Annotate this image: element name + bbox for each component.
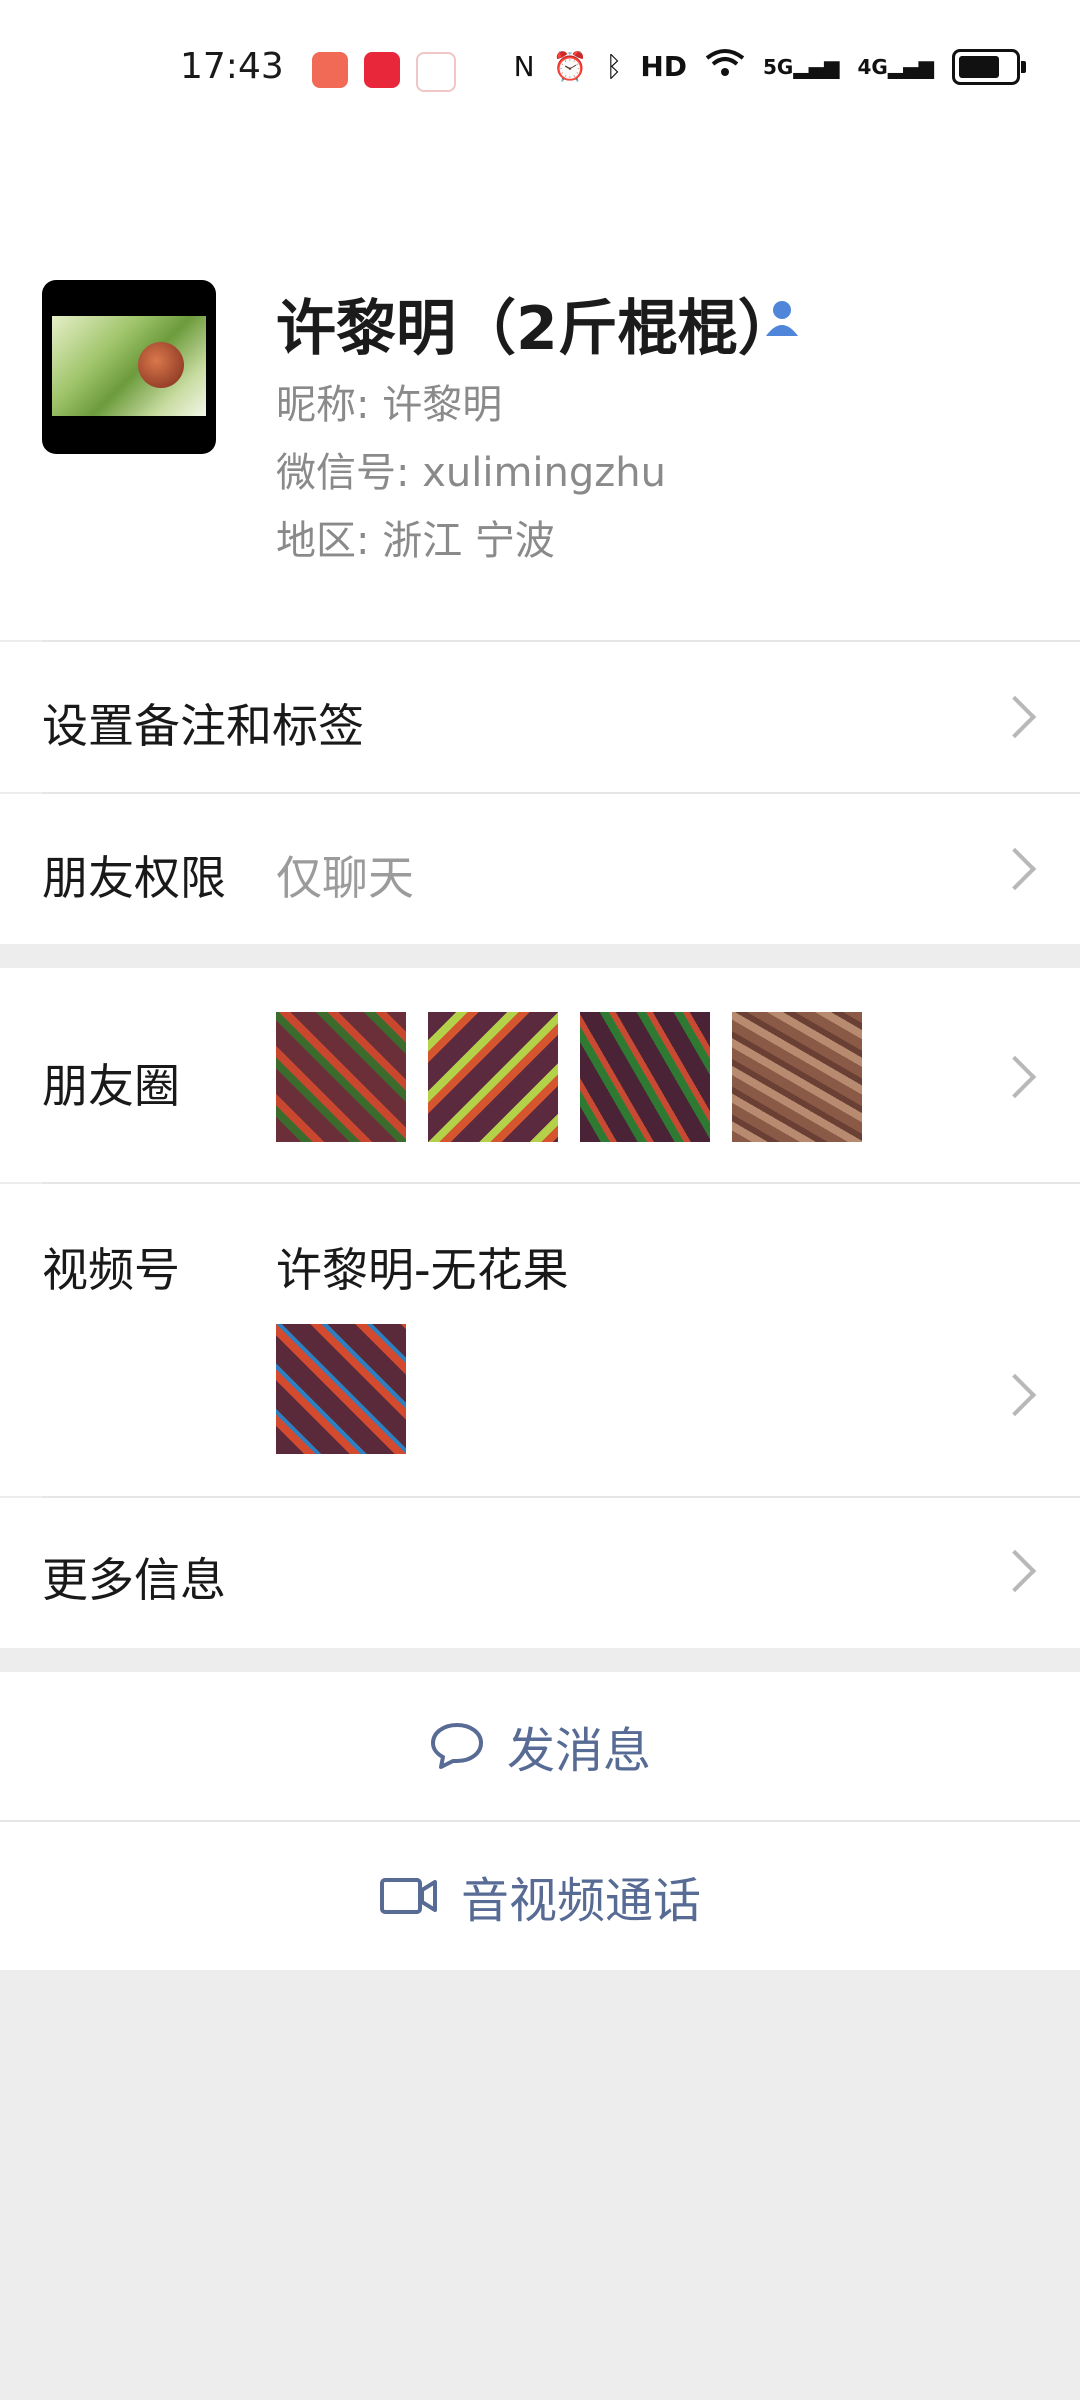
profile-wechat-id: 微信号: xulimingzhu — [276, 450, 666, 496]
channels-name: 许黎明-无花果 — [276, 1243, 569, 1297]
chevron-right-icon — [993, 847, 1037, 891]
signal-4g-icon: 4G▂▄▆ — [857, 54, 935, 79]
profile-nickname: 昵称: 许黎明 — [276, 382, 503, 428]
video-camera-icon — [379, 1878, 437, 1914]
profile-region: 地区: 浙江 宁波 — [276, 518, 555, 564]
row-friend-permission[interactable]: 朋友权限 仅聊天 — [0, 794, 1080, 944]
moments-thumbnail[interactable] — [580, 1012, 710, 1142]
row-label: 更多信息 — [42, 1553, 226, 1607]
row-moments[interactable]: 朋友圈 — [0, 968, 1080, 1182]
row-label: 朋友权限 — [42, 851, 226, 905]
chat-bubble-icon — [430, 1723, 483, 1769]
hd-icon: HD — [640, 50, 687, 83]
channels-thumbnail[interactable] — [276, 1324, 406, 1454]
nfc-icon: N — [513, 50, 535, 83]
row-channels[interactable]: 视频号 许黎明-无花果 — [0, 1184, 1080, 1496]
battery-icon — [952, 48, 1026, 85]
status-time: 17:43 — [180, 46, 284, 87]
av-call-button[interactable]: 音视频通话 — [0, 1822, 1080, 1970]
moments-thumbnail[interactable] — [276, 1012, 406, 1142]
row-label: 设置备注和标签 — [42, 699, 364, 753]
row-value: 仅聊天 — [276, 851, 414, 905]
row-label: 朋友圈 — [42, 1059, 180, 1113]
chevron-right-icon — [993, 1373, 1037, 1417]
profile-name: 许黎明（2斤棍棍） — [276, 294, 798, 364]
row-label: 视频号 — [42, 1243, 180, 1297]
person-verified-icon — [766, 301, 798, 336]
location-app-icon — [416, 52, 456, 92]
row-remark-tags[interactable]: 设置备注和标签 — [0, 642, 1080, 792]
profile-header: 许黎明（2斤棍棍） 昵称: 许黎明 微信号: xulimingzhu 地区: 浙… — [0, 140, 1080, 640]
chevron-right-icon — [993, 1549, 1037, 1593]
signal-5g-icon: 5G▂▄▆ — [763, 54, 840, 79]
app-notification-icon — [312, 52, 348, 88]
wifi-icon — [705, 48, 745, 85]
send-message-button[interactable]: 发消息 — [0, 1672, 1080, 1820]
av-call-label: 音视频通话 — [460, 1873, 701, 1929]
chevron-right-icon — [993, 695, 1037, 739]
app-notification-icon — [364, 52, 400, 88]
status-icons: N ⏰ ᛒ HD 5G▂▄▆ 4G▂▄▆ — [513, 48, 1026, 85]
send-message-label: 发消息 — [506, 1723, 651, 1779]
moments-thumbnail[interactable] — [428, 1012, 558, 1142]
status-bar: 17:43 N ⏰ ᛒ HD 5G▂▄▆ 4G▂▄▆ — [0, 0, 1080, 140]
chevron-right-icon — [993, 1055, 1037, 1099]
moments-thumbnail[interactable] — [732, 1012, 862, 1142]
bluetooth-icon: ᛒ — [605, 50, 623, 83]
alarm-icon: ⏰ — [552, 50, 588, 83]
avatar[interactable] — [42, 280, 216, 454]
row-more-info[interactable]: 更多信息 — [0, 1498, 1080, 1648]
